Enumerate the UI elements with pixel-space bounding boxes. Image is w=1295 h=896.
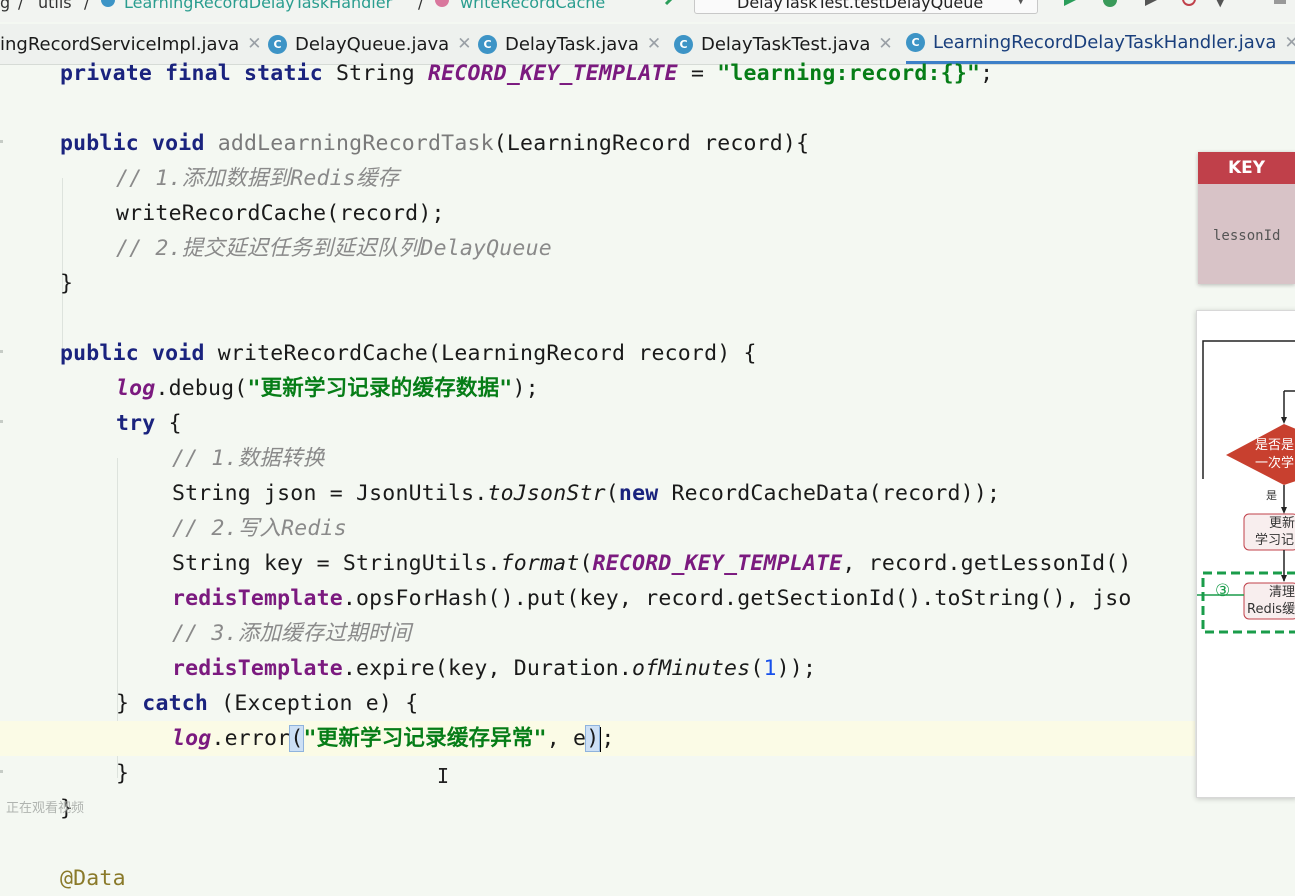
navigation-bar: g / utils / LearningRecordDelayTaskHandl…	[0, 0, 1295, 22]
run-config-label: DelayTaskTest.testDelayQueue	[737, 0, 984, 12]
mouse-ibeam-cursor: I	[437, 764, 450, 788]
test-class-icon: C	[674, 34, 693, 54]
code-line-11: try {	[116, 411, 182, 436]
code-line-15: String key = StringUtils.format(RECORD_K…	[172, 551, 1132, 576]
stop-icon[interactable]	[1272, 0, 1292, 14]
code-line-21: }	[116, 761, 130, 786]
back-arrow-icon[interactable]	[660, 0, 680, 14]
fold-marker[interactable]	[0, 420, 3, 423]
step-3-marker: ③	[1215, 581, 1231, 601]
viewing-watermark: 正在观看视频	[6, 801, 85, 816]
debug-icon[interactable]	[1100, 0, 1120, 14]
tab-label: DelayTaskTest.java	[701, 33, 871, 55]
code-line-1: private final static String RECORD_KEY_T…	[60, 61, 994, 86]
profiler-icon[interactable]	[1180, 0, 1200, 14]
flowchart-diagram: 是否是 一次学 是 更新 学习记 ③ 清理 Redis缓	[1196, 310, 1295, 798]
code-annotation-data: @Data	[60, 866, 126, 891]
tab-label: DelayQueue.java	[295, 33, 450, 55]
fold-marker[interactable]	[0, 140, 3, 143]
chevron-down-icon: ▼	[1017, 0, 1025, 6]
close-icon[interactable]: ✕	[1284, 33, 1295, 53]
breadcrumb-separator: /	[418, 0, 424, 12]
key-cell-lesson-id: lessonId	[1213, 228, 1281, 244]
close-icon[interactable]: ✕	[647, 34, 661, 54]
update-record-node: 更新 学习记	[1255, 516, 1295, 548]
class-icon: C	[478, 34, 497, 54]
code-line-13: String json = JsonUtils.toJsonStr(new Re…	[172, 481, 1001, 506]
code-line-7: }	[60, 271, 74, 296]
breadcrumb-item-class[interactable]: LearningRecordDelayTaskHandler	[124, 0, 392, 12]
class-icon: C	[906, 33, 925, 52]
fold-marker[interactable]	[0, 350, 3, 353]
class-icon: C	[268, 34, 287, 54]
code-line-20-current: log.error("更新学习记录缓存异常", e);	[0, 721, 1195, 756]
breadcrumb-item-method[interactable]: writeRecordCache	[460, 0, 605, 12]
key-header: KEY	[1198, 152, 1295, 184]
close-icon[interactable]: ✕	[247, 34, 261, 54]
code-comment-14: // 2.写入Redis	[172, 516, 347, 541]
code-editor[interactable]: private final static String RECORD_KEY_T…	[0, 61, 1295, 891]
tab-label: ingRecordServiceImpl.java	[0, 33, 240, 55]
code-comment-4: // 1.添加数据到Redis缓存	[116, 166, 400, 191]
code-comment-17: // 3.添加缓存过期时间	[172, 621, 412, 646]
run-with-coverage-icon[interactable]	[1142, 0, 1162, 14]
close-icon[interactable]: ✕	[457, 34, 471, 54]
code-comment-6: // 2.提交延迟任务到延迟队列DelayQueue	[116, 236, 552, 261]
fold-marker[interactable]	[0, 770, 3, 773]
class-icon	[100, 0, 116, 8]
run-icon[interactable]	[1060, 0, 1080, 14]
code-comment-12: // 1.数据转换	[172, 446, 325, 471]
code-line-19: } catch (Exception e) {	[116, 691, 419, 716]
tab-label: LearningRecordDelayTaskHandler.java	[933, 32, 1277, 53]
breadcrumb-item-module[interactable]: g	[0, 0, 10, 12]
tab-label: DelayTask.java	[505, 33, 639, 55]
redis-key-diagram: KEY lessonId	[1198, 152, 1295, 284]
flowchart-lines	[1197, 340, 1295, 634]
method-icon	[434, 0, 450, 8]
code-line-9: public void writeRecordCache(LearningRec…	[60, 341, 757, 366]
breadcrumb-separator: /	[18, 0, 24, 12]
more-run-options-icon[interactable]: ▼	[1216, 0, 1236, 16]
breadcrumb-separator: /	[84, 0, 90, 12]
decision-node: 是否是 一次学	[1255, 438, 1295, 471]
breadcrumb-item-package[interactable]: utils	[38, 0, 72, 12]
code-line-3: public void addLearningRecordTask(Learni…	[60, 131, 810, 156]
run-configuration-selector[interactable]: DelayTaskTest.testDelayQueue ▼	[694, 0, 1038, 14]
code-line-5: writeRecordCache(record);	[116, 201, 445, 226]
clear-redis-node: 清理 Redis缓	[1247, 585, 1295, 617]
yes-branch-label: 是	[1266, 489, 1277, 502]
close-icon[interactable]: ✕	[878, 34, 892, 54]
code-line-10: log.debug("更新学习记录的缓存数据");	[116, 376, 539, 401]
code-line-16: redisTemplate.opsForHash().put(key, reco…	[172, 586, 1132, 611]
code-line-18: redisTemplate.expire(key, Duration.ofMin…	[172, 656, 817, 681]
